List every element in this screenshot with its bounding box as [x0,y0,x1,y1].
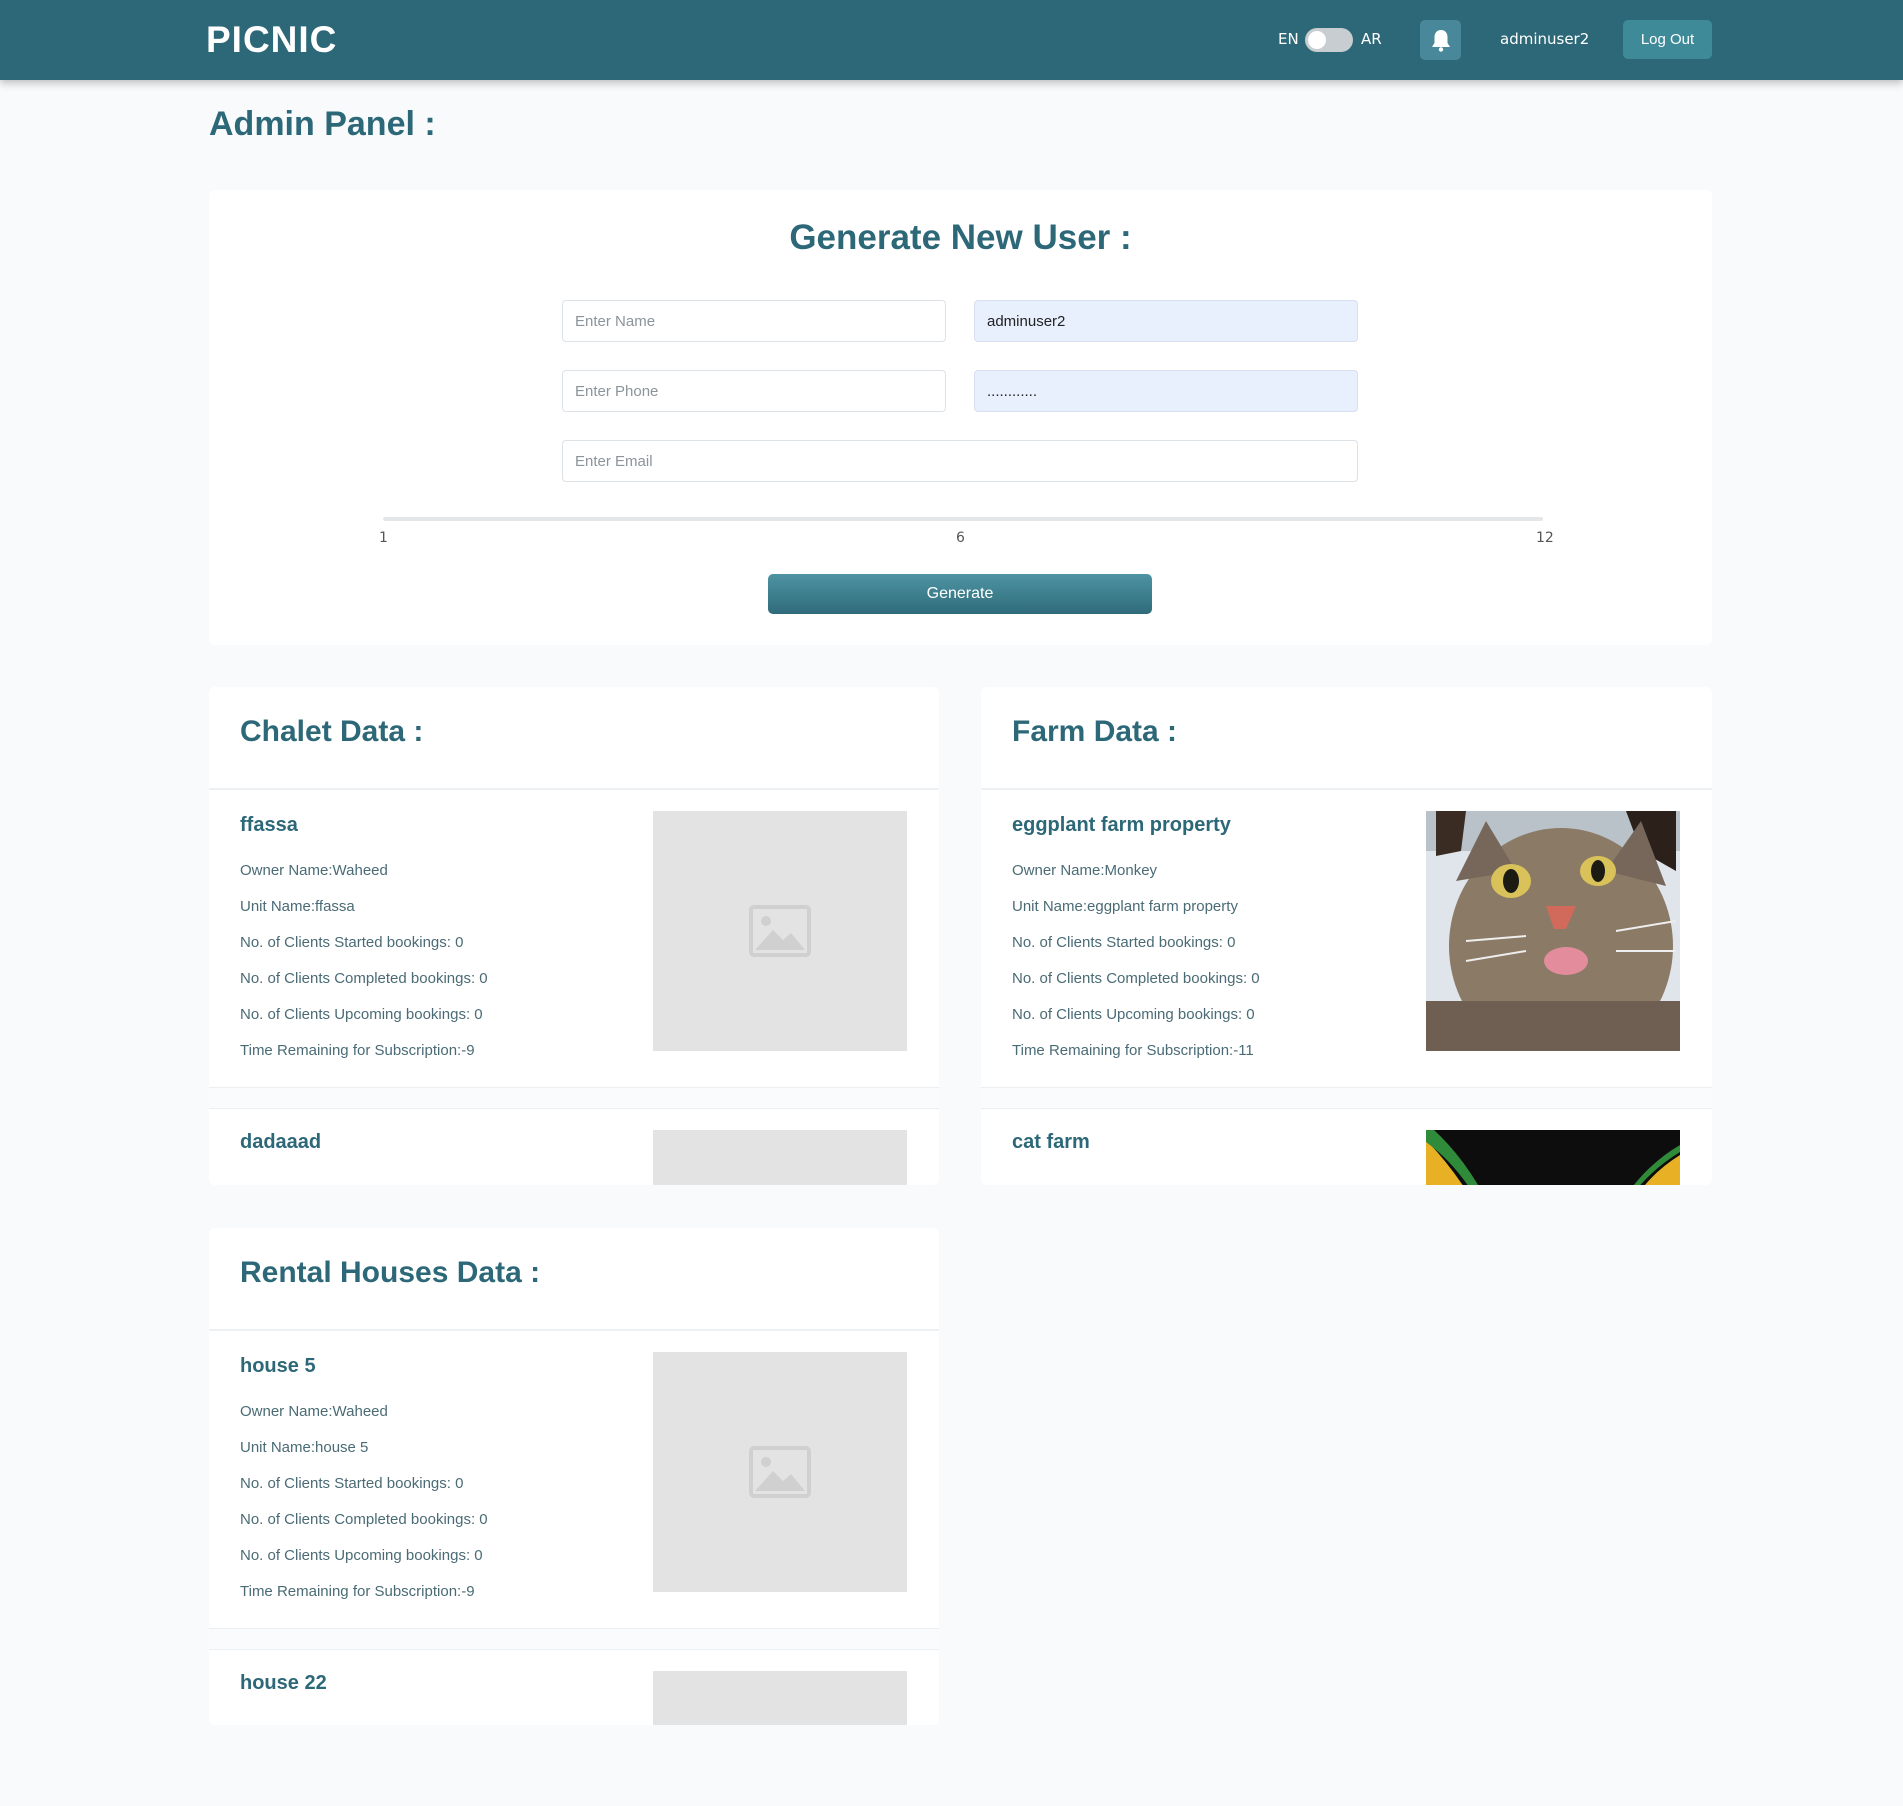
top-navbar: PICNIC EN AR adminuser2 Log Out [0,0,1903,80]
lang-en-label: EN [1278,30,1299,48]
language-toggle[interactable] [1305,28,1353,52]
bell-icon [1431,30,1450,52]
username-label[interactable]: adminuser2 [1500,30,1589,48]
unit-image[interactable] [1426,811,1680,1051]
logout-button[interactable]: Log Out [1623,20,1712,59]
unit-name-line: Unit Name:ffassa [240,898,355,915]
farm-data-title: Farm Data : [1012,715,1178,748]
item-divider [209,1087,939,1109]
upcoming-bookings: No. of Clients Upcoming bookings: 0 [240,1006,483,1023]
generate-button[interactable]: Generate [768,574,1152,614]
unit-name-line: Unit Name:house 5 [240,1439,369,1456]
rental-houses-data-panel: Rental Houses Data : house 5 Owner Name:… [209,1228,939,1725]
toggle-knob [1308,31,1326,49]
unit-image[interactable] [653,1130,907,1185]
slider-max-label: 12 [1536,530,1554,546]
list-item[interactable]: house 5 Owner Name:Waheed Unit Name:hous… [209,1331,939,1605]
owner-name: Owner Name:Waheed [240,1403,388,1420]
unit-name[interactable]: eggplant farm property [1012,814,1231,837]
picnic-logo[interactable]: PICNIC [206,19,337,61]
unit-name[interactable]: ffassa [240,814,298,837]
started-bookings: No. of Clients Started bookings: 0 [1012,934,1236,951]
farm-data-panel: Farm Data : eggplant farm property Owner… [981,687,1712,1185]
started-bookings: No. of Clients Started bookings: 0 [240,1475,464,1492]
list-item[interactable]: house 22 [209,1650,939,1725]
unit-image[interactable] [653,811,907,1051]
owner-name: Owner Name:Waheed [240,862,388,879]
page-title: Admin Panel : [209,105,436,143]
duration-slider[interactable] [383,517,1543,521]
name-input[interactable] [562,300,946,342]
item-divider [209,1628,939,1650]
completed-bookings: No. of Clients Completed bookings: 0 [240,1511,488,1528]
unit-image[interactable] [1426,1130,1680,1185]
rental-houses-data-title: Rental Houses Data : [240,1256,541,1289]
image-placeholder-icon [749,1446,811,1498]
unit-image[interactable] [653,1671,907,1725]
password-input[interactable] [974,370,1358,412]
unit-name[interactable]: cat farm [1012,1131,1090,1154]
subscription-remaining: Time Remaining for Subscription:-9 [240,1042,475,1059]
completed-bookings: No. of Clients Completed bookings: 0 [1012,970,1260,987]
unit-name[interactable]: house 22 [240,1672,327,1695]
cat-photo [1426,811,1680,1051]
owner-name: Owner Name:Monkey [1012,862,1158,879]
list-item[interactable]: cat farm [981,1109,1712,1185]
slider-mid-label: 6 [956,530,965,546]
chalet-data-panel: Chalet Data : ffassa Owner Name:Waheed U… [209,687,939,1185]
unit-name[interactable]: dadaaad [240,1131,321,1154]
slider-min-label: 1 [379,530,388,546]
item-divider [981,1087,1712,1109]
image-placeholder-icon [749,905,811,957]
chalet-data-title: Chalet Data : [240,715,424,748]
list-item[interactable]: ffassa Owner Name:Waheed Unit Name:ffass… [209,790,939,1064]
generate-user-title: Generate New User : [789,218,1132,257]
notifications-button[interactable] [1420,20,1461,60]
list-item[interactable]: eggplant farm property Owner Name:Monkey… [981,790,1712,1064]
subscription-remaining: Time Remaining for Subscription:-11 [1012,1042,1254,1059]
subscription-remaining: Time Remaining for Subscription:-9 [240,1583,475,1600]
phone-input[interactable] [562,370,946,412]
completed-bookings: No. of Clients Completed bookings: 0 [240,970,488,987]
generate-user-card: Generate New User : 1 6 12 Generate [209,190,1712,645]
upcoming-bookings: No. of Clients Upcoming bookings: 0 [1012,1006,1255,1023]
upcoming-bookings: No. of Clients Upcoming bookings: 0 [240,1547,483,1564]
unit-image[interactable] [653,1352,907,1592]
username-input[interactable] [974,300,1358,342]
email-input[interactable] [562,440,1358,482]
list-item[interactable]: dadaaad [209,1109,939,1185]
unit-name-line: Unit Name:eggplant farm property [1012,898,1238,915]
started-bookings: No. of Clients Started bookings: 0 [240,934,464,951]
lang-ar-label: AR [1361,30,1382,48]
unit-name[interactable]: house 5 [240,1355,316,1378]
cat-photo [1426,1130,1680,1185]
